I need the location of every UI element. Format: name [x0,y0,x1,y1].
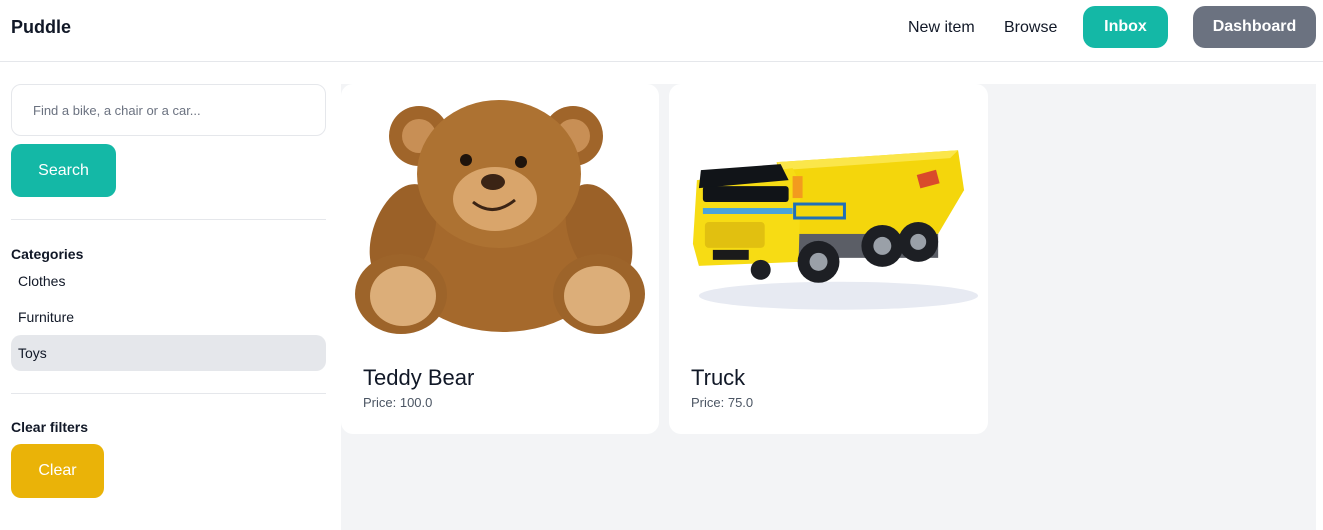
nav-new-item-link[interactable]: New item [908,19,975,37]
navbar: Puddle New item Browse Inbox Dashboard [0,0,1323,62]
price-value: 75.0 [727,395,754,410]
categories-heading: Categories [11,246,84,262]
toy-truck-image [692,150,979,310]
item-card[interactable]: Truck Price: 75.0 [669,84,988,434]
category-item-furniture[interactable]: Furniture [11,299,326,335]
category-item-clothes[interactable]: Clothes [11,263,326,299]
filter-sidebar: Search Categories Clothes Furniture Toys… [0,62,341,530]
dashboard-button[interactable]: Dashboard [1193,6,1316,48]
divider [11,393,326,394]
item-price: Price: 75.0 [691,395,753,410]
category-item-toys[interactable]: Toys [11,335,326,371]
items-grid: Teddy Bear Price: 100.0 Truck Price: 75.… [341,84,1316,530]
price-label: Price: [691,395,728,410]
item-card[interactable]: Teddy Bear Price: 100.0 [341,84,659,434]
item-name: Teddy Bear [363,365,475,390]
search-input[interactable] [11,84,326,136]
price-value: 100.0 [399,395,433,410]
divider [11,219,326,220]
teddy-bear-image [355,100,645,334]
nav-browse-link[interactable]: Browse [1004,19,1057,37]
inbox-button[interactable]: Inbox [1083,6,1168,48]
item-price: Price: 100.0 [363,395,432,410]
clear-filters-heading: Clear filters [11,419,89,435]
clear-button[interactable]: Clear [11,444,104,498]
search-button[interactable]: Search [11,144,116,197]
item-name: Truck [691,365,746,390]
price-label: Price: [363,395,400,410]
brand-logo[interactable]: Puddle [11,17,71,38]
